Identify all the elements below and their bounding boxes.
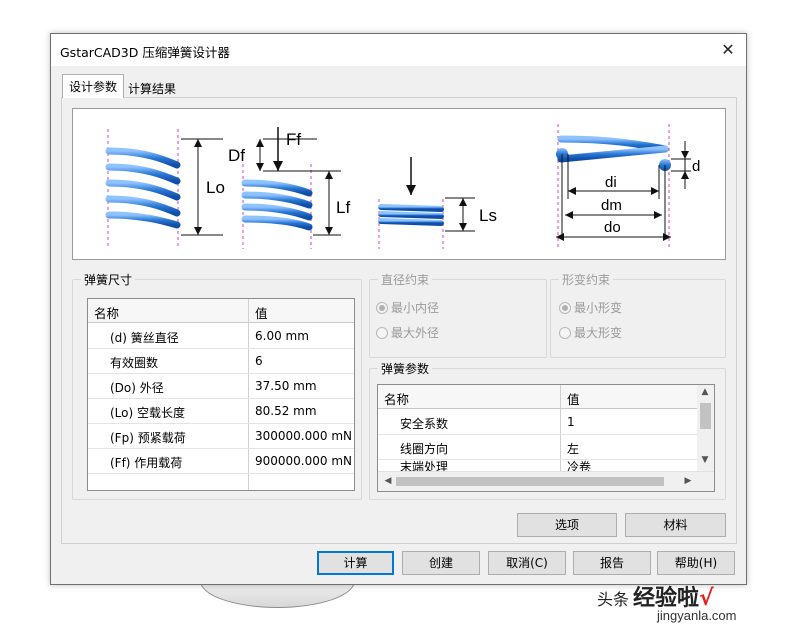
radio-label: 最小内径: [391, 301, 440, 315]
column-header-name: 名称: [94, 306, 120, 321]
spring-diagram: Lo Df Ff Lf Ls di dm do d: [72, 108, 726, 260]
radio-label: 最大形变: [574, 326, 623, 340]
row-value[interactable]: 6: [255, 354, 263, 368]
radio-label: 最大外径: [391, 326, 440, 340]
spring-diagram-svg: Lo Df Ff Lf Ls di dm do d: [105, 124, 700, 249]
solid-spring: Ls: [378, 157, 497, 249]
row-name: (Do) 外径: [110, 381, 164, 395]
report-button[interactable]: 报告: [573, 551, 651, 575]
row-value[interactable]: 左: [567, 440, 579, 457]
scroll-up-icon[interactable]: ▲: [697, 387, 713, 397]
table-row[interactable]: (Lo) 空载长度 80.52 mm: [88, 399, 354, 424]
close-icon[interactable]: ✕: [716, 38, 740, 62]
di-label: di: [605, 174, 617, 191]
tab-design-params[interactable]: 设计参数: [62, 74, 125, 98]
spring-size-grid: 名称 值 (d) 簧丝直径 6.00 mm 有效圈数 6 (Do) 外径 37.…: [87, 298, 355, 491]
radio-dot-selected: [559, 302, 571, 314]
row-name: (d) 簧丝直径: [110, 331, 179, 345]
watermark: 头条 经验啦√ jingyanla.com: [597, 580, 737, 623]
row-name: (Ff) 作用载荷: [110, 456, 183, 470]
do-label: do: [604, 219, 621, 236]
ff-label: Ff: [286, 130, 301, 149]
horizontal-scrollbar[interactable]: ◀ ▶: [378, 471, 714, 491]
row-value[interactable]: 1: [567, 415, 575, 429]
grid-header: 名称 值: [378, 385, 714, 409]
d-label: d: [692, 158, 700, 175]
diameter-constraint-title: 直径约束: [378, 271, 433, 288]
calculate-button[interactable]: 计算: [317, 551, 394, 575]
radio-dot-selected: [376, 302, 388, 314]
table-row[interactable]: 线圈方向 左: [378, 435, 698, 460]
free-spring: Lo: [105, 129, 225, 249]
scrollbar-thumb[interactable]: [396, 477, 664, 486]
table-row[interactable]: (Ff) 作用载荷 900000.000 mN: [88, 449, 354, 474]
column-header-value: 值: [567, 392, 580, 407]
table-row[interactable]: 安全系数 1: [378, 410, 698, 435]
radio-max-deform[interactable]: 最大形变: [559, 324, 622, 341]
lo-label: Lo: [206, 178, 225, 197]
material-button[interactable]: 材料: [625, 513, 726, 537]
watermark-url: jingyanla.com: [657, 608, 737, 623]
radio-label: 最小形变: [574, 301, 623, 315]
lf-label: Lf: [336, 198, 350, 217]
table-row[interactable]: (d) 簧丝直径 6.00 mm: [88, 324, 354, 349]
help-button[interactable]: 帮助(H): [657, 551, 735, 575]
row-value[interactable]: 6.00 mm: [255, 329, 309, 343]
ls-label: Ls: [479, 206, 497, 225]
radio-min-deform[interactable]: 最小形变: [559, 299, 622, 316]
table-row[interactable]: 有效圈数 6: [88, 349, 354, 374]
cancel-button[interactable]: 取消(C): [488, 551, 566, 575]
row-name: 有效圈数: [110, 356, 159, 370]
column-header-name: 名称: [384, 392, 410, 407]
create-button[interactable]: 创建: [402, 551, 480, 575]
scroll-down-icon[interactable]: ▼: [697, 455, 713, 465]
spring-size-title: 弹簧尺寸: [81, 271, 136, 288]
scroll-right-icon[interactable]: ▶: [680, 476, 696, 486]
dialog-title: GstarCAD3D 压缩弹簧设计器: [60, 45, 230, 60]
row-value[interactable]: 37.50 mm: [255, 379, 317, 393]
tab-calc-results[interactable]: 计算结果: [122, 77, 182, 99]
radio-dot: [559, 327, 571, 339]
row-value[interactable]: 80.52 mm: [255, 404, 317, 418]
title-bar: GstarCAD3D 压缩弹簧设计器 ✕: [51, 34, 746, 66]
row-name: 线圈方向: [400, 442, 449, 456]
row-name: (Fp) 预紧载荷: [110, 431, 186, 445]
radio-dot: [376, 327, 388, 339]
spring-params-group: 弹簧参数 名称 值 安全系数 1 线圈方向 左 末端处理 冷卷 ▲ ▼ ◀ ▶: [369, 360, 726, 500]
section-spring: di dm do d: [556, 124, 700, 249]
spring-size-group: 弹簧尺寸 名称 值 (d) 簧丝直径 6.00 mm 有效圈数 6 (Do) 外…: [72, 271, 362, 500]
watermark-source: 头条: [597, 590, 630, 609]
table-row[interactable]: (Do) 外径 37.50 mm: [88, 374, 354, 399]
row-name: 安全系数: [400, 417, 449, 431]
design-params-panel: Lo Df Ff Lf Ls di dm do d 弹簧尺寸 名称 值 (d) …: [61, 97, 737, 544]
grid-header: 名称 值: [88, 299, 354, 323]
spring-params-grid: 名称 值 安全系数 1 线圈方向 左 末端处理 冷卷 ▲ ▼ ◀ ▶: [377, 384, 715, 492]
radio-max-outer[interactable]: 最大外径: [376, 324, 439, 341]
table-row[interactable]: (Fp) 预紧载荷 300000.000 mN: [88, 424, 354, 449]
deform-constraint-title: 形变约束: [559, 271, 614, 288]
options-button[interactable]: 选项: [517, 513, 617, 537]
scroll-left-icon[interactable]: ◀: [380, 476, 396, 486]
row-name: (Lo) 空载长度: [110, 406, 185, 420]
row-value[interactable]: 300000.000 mN: [255, 429, 352, 443]
column-header-value: 值: [255, 306, 268, 321]
row-value[interactable]: 900000.000 mN: [255, 454, 352, 468]
radio-min-inner[interactable]: 最小内径: [376, 299, 439, 316]
deform-constraint-group: 形变约束 最小形变 最大形变: [550, 271, 726, 358]
scrollbar-thumb[interactable]: [700, 403, 711, 429]
dm-label: dm: [601, 197, 622, 214]
vertical-scrollbar[interactable]: ▲ ▼: [697, 385, 714, 473]
diameter-constraint-group: 直径约束 最小内径 最大外径: [369, 271, 547, 358]
spring-params-title: 弹簧参数: [378, 360, 433, 377]
preloaded-spring: Df Ff Lf: [228, 127, 350, 249]
spring-designer-dialog: GstarCAD3D 压缩弹簧设计器 ✕ 设计参数 计算结果 Lo Df Ff …: [50, 33, 747, 585]
df-label: Df: [228, 146, 245, 165]
